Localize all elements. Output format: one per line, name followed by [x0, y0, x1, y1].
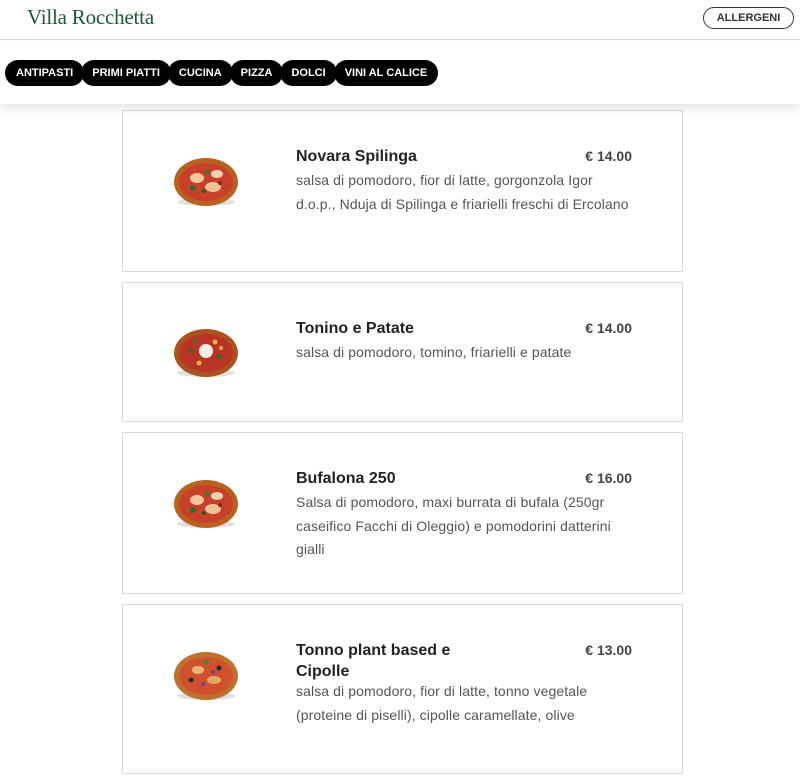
tab-pizza[interactable]: PIZZA [229, 60, 284, 86]
item-name: Tonino e Patate [296, 320, 414, 337]
item-price: € 13.00 [585, 642, 632, 658]
menu-item-card[interactable]: Tonino e Patate € 14.00 salsa di pomodor… [122, 282, 683, 422]
pizza-image [174, 329, 238, 377]
menu-item-card[interactable]: Novara Spilinga € 14.00 salsa di pomodor… [122, 110, 683, 272]
item-price: € 16.00 [585, 470, 632, 486]
item-description: Salsa di pomodoro, maxi burrata di bufal… [296, 494, 611, 557]
tab-dolci[interactable]: DOLCI [280, 60, 337, 86]
category-tabs: ANTIPASTI PRIMI PIATTI CUCINA PIZZA DOLC… [5, 60, 456, 86]
item-name: Novara Spilinga [296, 148, 417, 165]
item-description: salsa di pomodoro, tomino, friarielli e … [296, 344, 572, 360]
top-bar: Villa Rocchetta ALLERGENI [0, 0, 800, 40]
pizza-image [174, 158, 238, 206]
item-name: Tonno plant based e Cipolle [296, 642, 451, 680]
menu-list: Novara Spilinga € 14.00 salsa di pomodor… [122, 110, 683, 784]
allergeni-button[interactable]: ALLERGENI [703, 7, 794, 29]
item-name: Bufalona 250 [296, 470, 396, 487]
tab-vini-al-calice[interactable]: VINI AL CALICE [333, 60, 439, 86]
item-price: € 14.00 [585, 320, 632, 336]
brand-logo[interactable]: Villa Rocchetta [27, 5, 154, 30]
pizza-image [174, 652, 238, 700]
tab-antipasti[interactable]: ANTIPASTI [5, 60, 85, 86]
item-description: salsa di pomodoro, fior di latte, tonno … [296, 683, 588, 723]
item-price: € 14.00 [585, 148, 632, 164]
tab-cucina[interactable]: CUCINA [167, 60, 233, 86]
category-nav: ANTIPASTI PRIMI PIATTI CUCINA PIZZA DOLC… [0, 41, 800, 104]
menu-item-card[interactable]: Tonno plant based e Cipolle € 13.00 sals… [122, 604, 683, 774]
tab-primi-piatti[interactable]: PRIMI PIATTI [81, 60, 171, 86]
pizza-image [174, 480, 238, 528]
item-description: salsa di pomodoro, fior di latte, gorgon… [296, 172, 629, 212]
menu-item-card[interactable]: Bufalona 250 € 16.00 Salsa di pomodoro, … [122, 432, 683, 594]
